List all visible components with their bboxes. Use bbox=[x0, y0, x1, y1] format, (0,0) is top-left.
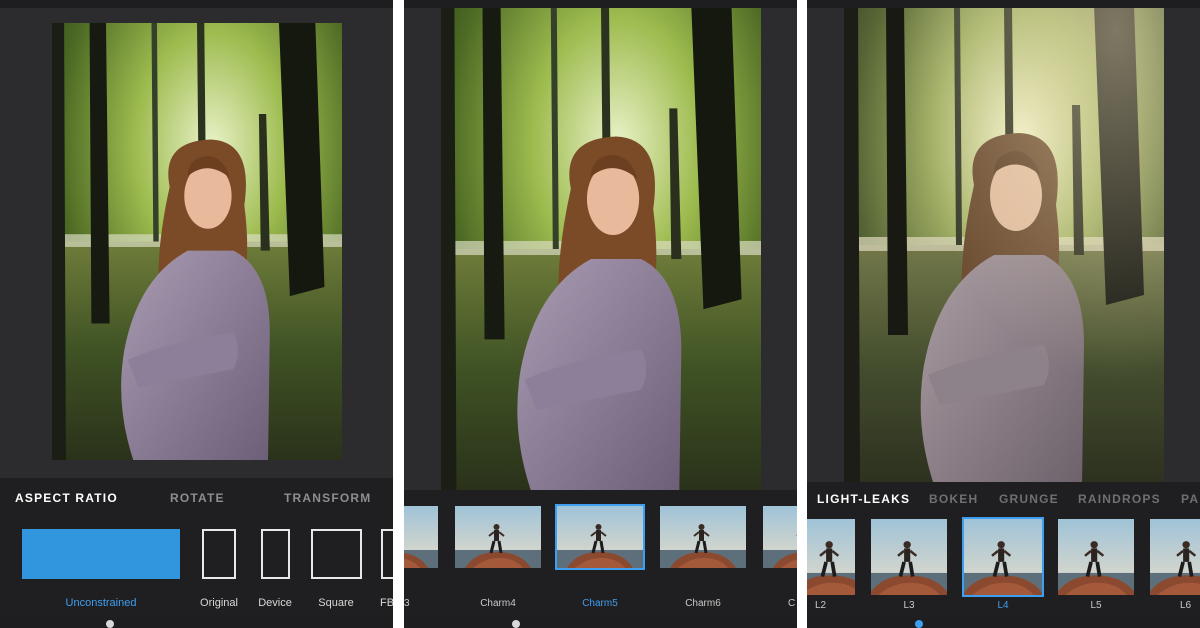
photo-canvas[interactable] bbox=[844, 8, 1164, 482]
filter-thumb-charm5[interactable] bbox=[555, 504, 645, 570]
filter-strip: 3 Charm4 Charm5 Charm6 C bbox=[404, 490, 797, 618]
filters-panel: 3 Charm4 Charm5 Charm6 C bbox=[404, 0, 797, 628]
filters-tool-icon[interactable] bbox=[512, 620, 520, 628]
category-light-leaks[interactable]: LIGHT-LEAKS bbox=[817, 492, 910, 506]
overlay-label-l4: L4 bbox=[997, 600, 1009, 611]
crop-panel: ASPECT RATIO ROTATE TRANSFORM Unconstrai… bbox=[0, 0, 393, 628]
bottom-toolbar bbox=[807, 618, 1200, 628]
overlays-tool-icon[interactable] bbox=[915, 620, 923, 628]
filter-thumb[interactable] bbox=[404, 506, 438, 568]
photo-canvas[interactable] bbox=[441, 8, 761, 490]
overlay-thumb-l3[interactable] bbox=[871, 519, 947, 595]
bottom-toolbar bbox=[0, 618, 393, 628]
overlay-label-l3: L3 bbox=[903, 600, 915, 611]
filter-label-charm6: Charm6 bbox=[685, 598, 721, 609]
overlay-label-l6: L6 bbox=[1180, 600, 1192, 611]
overlay-thumb-l4[interactable] bbox=[962, 517, 1044, 597]
tab-transform[interactable]: TRANSFORM bbox=[284, 491, 371, 505]
filter-thumb-charm6[interactable] bbox=[660, 506, 746, 568]
device-shape[interactable] bbox=[261, 529, 290, 579]
category-grunge[interactable]: GRUNGE bbox=[999, 492, 1059, 506]
category-pa[interactable]: PA bbox=[1181, 492, 1199, 506]
photo-canvas[interactable] bbox=[52, 23, 342, 460]
square-label: Square bbox=[318, 597, 354, 609]
overlay-thumb-l5[interactable] bbox=[1058, 519, 1134, 595]
crop-tabs: ASPECT RATIO ROTATE TRANSFORM bbox=[0, 478, 393, 518]
overlay-categories: LIGHT-LEAKS BOKEH GRUNGE RAINDROPS PA bbox=[807, 482, 1200, 514]
overlay-strip: L2 L3 L4 L5 L6 bbox=[807, 514, 1200, 618]
fb-label: FB bbox=[380, 597, 393, 609]
unconstrained-shape[interactable] bbox=[22, 529, 180, 579]
original-label: Original bbox=[200, 597, 238, 609]
square-shape[interactable] bbox=[311, 529, 362, 579]
overlay-label-l2: L2 bbox=[815, 600, 827, 611]
overlay-thumb-l2[interactable] bbox=[807, 519, 855, 595]
filter-thumb-charm4[interactable] bbox=[455, 506, 541, 568]
filter-thumb[interactable] bbox=[763, 506, 797, 568]
fb-shape[interactable] bbox=[381, 529, 393, 579]
overlays-panel: LIGHT-LEAKS BOKEH GRUNGE RAINDROPS PA L2… bbox=[807, 0, 1200, 628]
filter-label: 3 bbox=[404, 598, 410, 609]
status-strip bbox=[0, 0, 393, 8]
light-leak-overlay bbox=[844, 8, 1164, 482]
tab-rotate[interactable]: ROTATE bbox=[170, 491, 225, 505]
device-label: Device bbox=[258, 597, 292, 609]
crop-tool-icon[interactable] bbox=[106, 620, 114, 628]
filter-label-charm5: Charm5 bbox=[582, 598, 618, 609]
category-raindrops[interactable]: RAINDROPS bbox=[1078, 492, 1161, 506]
bottom-toolbar bbox=[404, 618, 797, 628]
tab-aspect-ratio[interactable]: ASPECT RATIO bbox=[15, 491, 118, 505]
aspect-ratio-options: Unconstrained Original Device Square FB bbox=[0, 518, 393, 618]
unconstrained-label: Unconstrained bbox=[65, 597, 137, 609]
original-shape[interactable] bbox=[202, 529, 236, 579]
filter-label: C bbox=[788, 598, 796, 609]
filter-label-charm4: Charm4 bbox=[480, 598, 516, 609]
overlay-thumb-l6[interactable] bbox=[1150, 519, 1200, 595]
overlay-label-l5: L5 bbox=[1090, 600, 1102, 611]
status-strip bbox=[807, 0, 1200, 8]
category-bokeh[interactable]: BOKEH bbox=[929, 492, 978, 506]
status-strip bbox=[404, 0, 797, 8]
